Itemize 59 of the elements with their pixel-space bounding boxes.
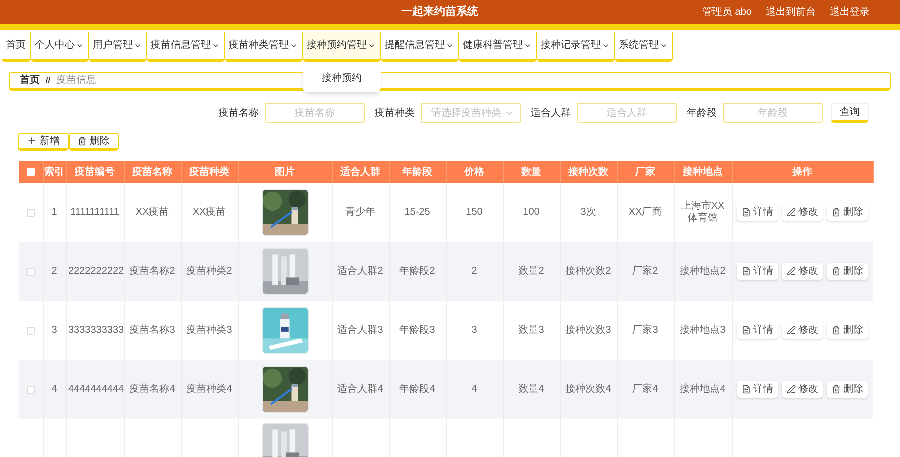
nav-menu-item[interactable]: 用户管理 [89,32,147,62]
app-title: 一起来约苗系统 [400,4,480,20]
document-icon [742,326,752,335]
edit-button[interactable]: 修改 [782,381,824,398]
detail-button[interactable]: 详情 [737,381,778,398]
row-checkbox[interactable] [26,326,35,334]
input-field[interactable]: 年龄段 [723,103,823,123]
field-label: 适合人群 [531,106,571,120]
select-all-checkbox[interactable] [26,168,35,176]
pen-icon [787,208,796,217]
trash-icon [832,267,842,276]
row-checkbox[interactable] [26,268,35,276]
document-icon [742,208,752,217]
document-icon [742,385,752,394]
field-label: 年龄段 [687,106,717,120]
breadcrumb-link[interactable]: 首页 [20,73,40,88]
nav-menu-item[interactable]: 疫苗种类管理 [225,32,303,62]
nav-menu-item[interactable]: 个人中心 [31,32,89,62]
dropdown-item[interactable]: 接种预约 [322,69,362,88]
nav-menu-item[interactable]: 健康科普管理 [459,32,537,62]
delete-button[interactable]: 删除 [69,133,119,151]
pen-icon [787,267,796,276]
trash-icon [832,208,842,217]
nav-menu-item[interactable]: 提醒信息管理 [381,32,459,62]
header-link[interactable]: 管理员 abo [702,4,752,20]
delete-button[interactable]: 删除 [827,263,868,280]
pen-icon [787,385,796,394]
nav-menu-item[interactable]: 疫苗信息管理 [147,32,225,62]
nav-menu-item[interactable]: 接种记录管理 [537,32,615,62]
field-label: 疫苗名称 [219,106,259,120]
nav-menu-item[interactable]: 首页 [2,32,31,62]
breadcrumb-separator: // [46,74,50,86]
nav-menu-item[interactable]: 系统管理 [615,32,673,62]
detail-button[interactable]: 详情 [737,263,778,280]
trash-icon [832,326,842,335]
input-field[interactable]: 疫苗名称 [265,103,365,123]
trash-icon [832,385,842,394]
header-link[interactable]: 退出到前台 [766,4,816,20]
edit-button[interactable]: 修改 [782,204,824,221]
search-button[interactable]: 查询 [831,103,869,123]
header-link[interactable]: 退出登录 [830,4,870,20]
detail-button[interactable]: 详情 [737,204,778,221]
nav-menu-item[interactable]: 接种预约管理 [303,32,381,62]
row-checkbox[interactable] [26,208,35,216]
input-field[interactable]: 适合人群 [577,103,677,123]
field-label: 疫苗种类 [375,106,415,120]
delete-button[interactable]: 删除 [827,381,868,398]
delete-button[interactable]: 删除 [827,204,868,221]
edit-button[interactable]: 修改 [782,263,824,280]
row-checkbox[interactable] [26,386,35,394]
add-button[interactable]: 新增 [18,133,69,151]
trash-icon [78,136,87,146]
plus-icon [27,136,37,146]
pen-icon [787,326,796,335]
delete-button[interactable]: 删除 [827,322,868,339]
detail-button[interactable]: 详情 [737,322,778,339]
document-icon [742,267,752,276]
edit-button[interactable]: 修改 [782,322,824,339]
breadcrumb-current: 疫苗信息 [56,74,96,88]
